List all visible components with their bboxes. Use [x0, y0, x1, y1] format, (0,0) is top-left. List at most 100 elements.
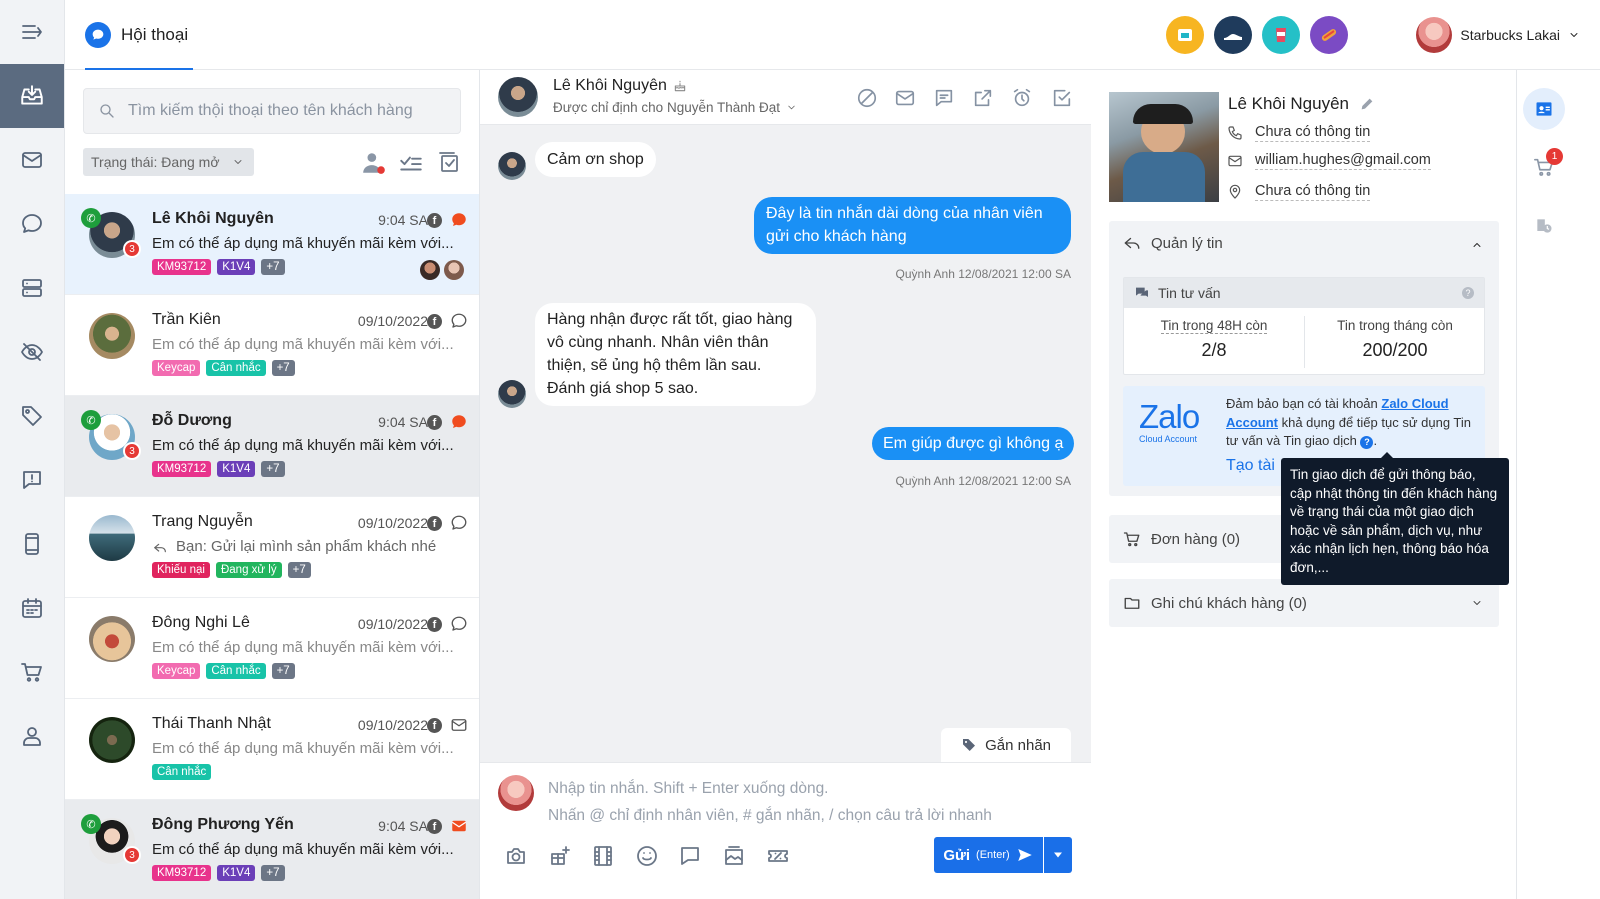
send-hint: (Enter): [976, 849, 1010, 861]
discount-icon[interactable]: [766, 844, 790, 868]
user-nav-icon[interactable]: [0, 704, 64, 768]
list-item[interactable]: Thái Thanh Nhật 09/10/2022 f Em có thể á…: [65, 699, 479, 800]
message-bubble-outgoing: Đây là tin nhắn dài dòng của nhân viên g…: [754, 197, 1071, 254]
emoji-icon[interactable]: [635, 844, 659, 868]
product-icon[interactable]: [548, 844, 572, 868]
send-icon: [1017, 849, 1032, 861]
external-link-icon[interactable]: [972, 87, 994, 109]
app-icon-1[interactable]: [1166, 16, 1204, 54]
chat-panel: Lê Khôi Nguyên Được chỉ định cho Nguyễn …: [480, 70, 1091, 899]
tag-badge: Cân nhắc: [152, 764, 212, 780]
tag-badge: +7: [271, 360, 295, 376]
chat-nav-icon[interactable]: [0, 192, 64, 256]
last-message: Em có thể áp dụng mã khuyến mãi kèm với.…: [152, 639, 454, 656]
cart-nav-icon[interactable]: [0, 640, 64, 704]
message-placeholder-1: Nhập tin nhắn. Shift + Enter xuống dòng.: [548, 780, 829, 797]
messenger-icon: [450, 413, 468, 431]
message-management-header[interactable]: Quản lý tin: [1123, 234, 1223, 252]
list-item[interactable]: ✆ 3 Đỗ Dương 9:04 SA f Em có thể áp dụng…: [65, 396, 479, 497]
status-filter-label: Trạng thái: Đang mở: [91, 154, 220, 170]
quick-reply-icon[interactable]: [678, 844, 702, 868]
block-icon[interactable]: [856, 87, 878, 109]
comment-icon[interactable]: [933, 87, 955, 109]
chat-bubble-icon: [85, 22, 111, 48]
customer-email[interactable]: william.hughes@gmail.com: [1227, 152, 1431, 170]
phone-icon: [1228, 126, 1242, 140]
status-filter-dropdown[interactable]: Trạng thái: Đang mở: [83, 148, 254, 176]
conversation-tab[interactable]: Hội thoại: [85, 0, 193, 70]
customer-name-row: Lê Khôi Nguyên: [1228, 94, 1375, 114]
user-menu[interactable]: Starbucks Lakai: [1416, 15, 1580, 55]
quota-box: Tin tư vấn ? Tin trong 48H còn 2/8 Tin t…: [1123, 277, 1485, 375]
checklist-icon[interactable]: [398, 150, 424, 176]
history-icon[interactable]: [1534, 216, 1554, 236]
calendar-nav-icon[interactable]: [0, 576, 64, 640]
quota-48h-value: 2/8: [1201, 340, 1227, 360]
select-all-icon[interactable]: [437, 150, 461, 174]
tag-badge: Đang xử lý: [215, 562, 282, 578]
app-icon-3[interactable]: [1262, 16, 1300, 54]
send-options-dropdown[interactable]: [1044, 837, 1072, 873]
assignee-dropdown[interactable]: Được chỉ định cho Nguyễn Thành Đạt: [553, 100, 797, 115]
tag-badge: Cân nhắc: [206, 360, 266, 376]
tag-badge: K1V4: [217, 461, 256, 477]
tag-button[interactable]: Gắn nhãn: [941, 728, 1071, 762]
customer-phone-value: Chưa có thông tin: [1255, 124, 1371, 142]
mail-nav-icon[interactable]: [0, 128, 64, 192]
tag-list: Cân nhắc: [152, 764, 212, 780]
tag-badge: KM93712: [152, 461, 212, 477]
help-icon[interactable]: ?: [1360, 435, 1374, 449]
unassigned-filter-icon[interactable]: [361, 150, 387, 176]
quota-box-header: Tin tư vấn ?: [1124, 278, 1484, 308]
customer-phone[interactable]: Chưa có thông tin: [1227, 124, 1371, 142]
checkbox-icon[interactable]: [1051, 87, 1073, 109]
phone-icon: ✆: [81, 814, 101, 834]
tag-badge: +7: [261, 865, 285, 881]
camera-icon[interactable]: [504, 844, 528, 868]
create-account-link[interactable]: Tạo tài: [1226, 457, 1275, 475]
mail-icon[interactable]: [894, 87, 916, 109]
tag-badge: KM93712: [152, 865, 212, 881]
customer-avatar: [89, 717, 135, 763]
chevron-up-icon[interactable]: [1471, 239, 1483, 251]
list-item[interactable]: Đông Nghi Lê 09/10/2022 f Em có thể áp d…: [65, 598, 479, 699]
send-button[interactable]: Gửi (Enter): [934, 837, 1043, 873]
alarm-icon[interactable]: [1011, 87, 1033, 109]
notes-section[interactable]: Ghi chú khách hàng (0): [1109, 579, 1499, 627]
customer-avatar: [498, 380, 526, 408]
app-icon-4[interactable]: [1310, 16, 1348, 54]
video-icon[interactable]: [591, 844, 615, 868]
quota-month-value: 200/200: [1362, 340, 1428, 360]
list-item[interactable]: Trần Kiên 09/10/2022 f Em có thể áp dụng…: [65, 295, 479, 396]
tag-badge: +7: [287, 562, 311, 578]
inbox-nav-icon[interactable]: [0, 64, 64, 128]
facebook-icon: f: [427, 617, 442, 632]
message-input[interactable]: Nhập tin nhắn. Shift + Enter xuống dòng.…: [548, 775, 1068, 829]
contact-card-icon[interactable]: [1523, 88, 1565, 130]
facebook-icon: f: [427, 213, 442, 228]
chat-customer[interactable]: Lê Khôi Nguyên: [553, 77, 687, 95]
help-icon[interactable]: ?: [1462, 287, 1474, 299]
app-icon-2[interactable]: [1214, 16, 1252, 54]
search-input[interactable]: Tìm kiếm thội thoại theo tên khách hàng: [83, 88, 461, 134]
server-nav-icon[interactable]: [0, 256, 64, 320]
device-nav-icon[interactable]: [0, 512, 64, 576]
eye-off-nav-icon[interactable]: [0, 320, 64, 384]
last-message: Em có thể áp dụng mã khuyến mãi kèm với.…: [152, 437, 454, 454]
edit-icon[interactable]: [1359, 96, 1375, 112]
cart-icon[interactable]: 1: [1533, 148, 1563, 178]
list-item[interactable]: ✆ 3 Đông Phương Yến 9:04 SA f Em có thể …: [65, 800, 479, 899]
list-item[interactable]: ✆ 3 Lê Khôi Nguyên 9:04 SA f Em có thể á…: [65, 194, 479, 295]
tag-badge: +7: [261, 259, 285, 275]
last-message: Bạn: Gửi lại mình sản phẩm khách nhé: [152, 538, 436, 555]
customer-email-value: william.hughes@gmail.com: [1255, 152, 1431, 170]
tag-list: KM93712 K1V4 +7: [152, 259, 285, 275]
image-icon[interactable]: [722, 844, 746, 868]
feedback-nav-icon[interactable]: [0, 448, 64, 512]
quota-month-label: Tin trong tháng còn: [1337, 318, 1453, 333]
list-item[interactable]: Trang Nguyễn 09/10/2022 f Bạn: Gửi lại m…: [65, 497, 479, 598]
facebook-icon: f: [427, 415, 442, 430]
customer-address[interactable]: Chưa có thông tin: [1227, 183, 1371, 201]
menu-toggle-icon[interactable]: [0, 0, 64, 64]
tag-nav-icon[interactable]: [0, 384, 64, 448]
